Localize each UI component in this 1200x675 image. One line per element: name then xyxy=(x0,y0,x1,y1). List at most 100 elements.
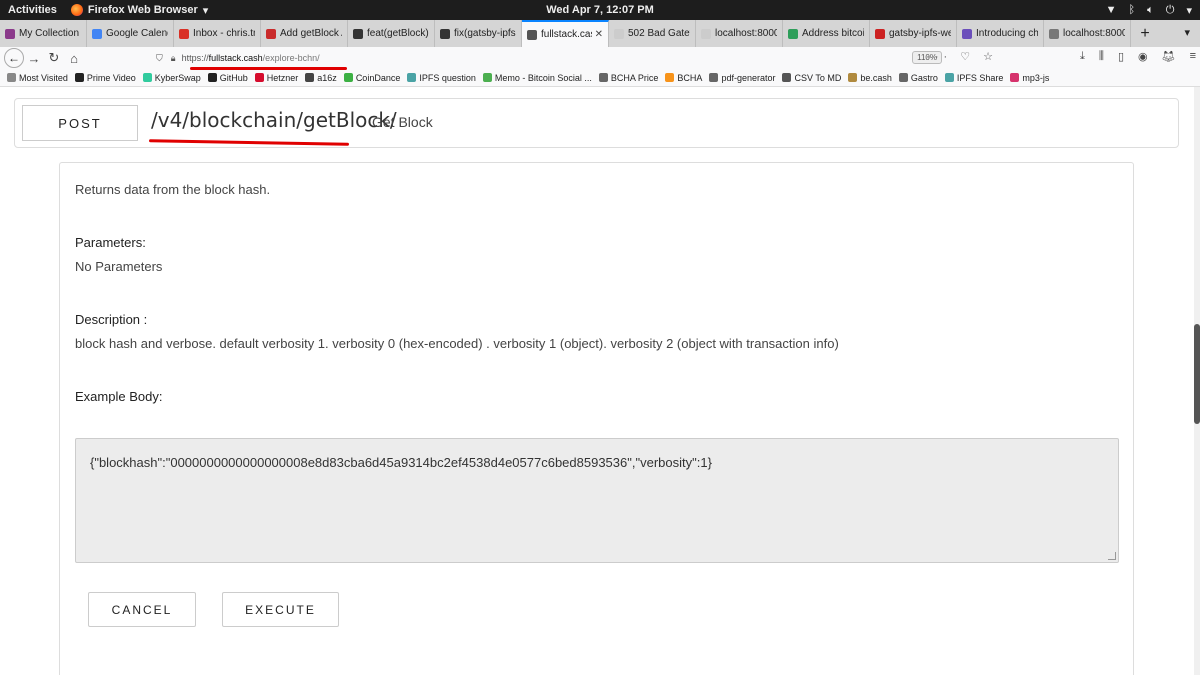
lock-icon: 🔒︎ xyxy=(170,52,176,63)
resize-handle[interactable] xyxy=(1108,552,1116,560)
example-body-textarea[interactable]: {"blockhash":"0000000000000000008e8d83cb… xyxy=(75,438,1119,563)
url-host: fullstack.cash xyxy=(208,53,263,63)
bookmark-label: GitHub xyxy=(219,72,248,83)
bookmark-label: be.cash xyxy=(860,72,892,83)
browser-tab[interactable]: localhost:8000/ xyxy=(696,20,783,47)
bookmark-item[interactable]: Most Visited xyxy=(7,73,68,83)
reload-icon: ↻ xyxy=(48,50,60,65)
bookmark-item[interactable]: BCHA Price xyxy=(598,72,659,83)
url-bar[interactable]: ⛉ 🔒︎ https:// fullstack.cash /explore-bc… xyxy=(156,49,1002,67)
tab-favicon-icon xyxy=(962,28,972,39)
menu-icon[interactable]: ≡ xyxy=(1190,50,1196,63)
browser-tab[interactable]: Address bitcoin xyxy=(783,20,870,47)
activities-button[interactable]: Activities xyxy=(0,4,65,16)
tab-title: localhost:8000/ xyxy=(1063,28,1125,39)
page-scrollbar[interactable] xyxy=(1194,87,1200,675)
tab-favicon-icon xyxy=(92,28,102,39)
tab-title: feat(getBlock): A xyxy=(367,28,429,39)
system-top-bar: Activities Firefox Web Browser ▾ Wed Apr… xyxy=(0,0,1200,20)
bookmark-item[interactable]: GitHub xyxy=(207,72,248,83)
bookmark-item[interactable]: KyberSwap xyxy=(142,72,201,83)
downloads-icon[interactable]: ⤓ xyxy=(1080,50,1085,63)
sidebar-icon[interactable]: ▯ xyxy=(1118,50,1124,63)
browser-tab[interactable]: Google Calendar xyxy=(87,20,174,47)
navigation-toolbar: ← → ↻ ⌂ ⛉ 🔒︎ https:// fullstack.cash /ex… xyxy=(0,47,1200,69)
account-icon[interactable]: ◉ xyxy=(1138,50,1148,63)
bookmark-label: IPFS question xyxy=(419,72,476,83)
browser-tab[interactable]: Inbox - chris.tro xyxy=(174,20,261,47)
tab-title: gatsby-ipfs-web xyxy=(889,28,951,39)
cancel-button[interactable]: CANCEL xyxy=(88,592,196,627)
back-button[interactable]: ← xyxy=(4,48,24,68)
scrollbar-thumb[interactable] xyxy=(1194,324,1200,424)
bookmark-item[interactable]: a16z xyxy=(305,73,337,83)
bookmark-favicon-icon xyxy=(782,73,792,82)
bookmark-item[interactable]: CoinDance xyxy=(343,73,400,83)
tab-title: fullstack.cash xyxy=(541,29,592,40)
description-value: block hash and verbose. default verbosit… xyxy=(75,336,839,351)
bookmark-label: CSV To MD xyxy=(794,72,842,83)
bookmark-favicon-icon xyxy=(1010,73,1020,82)
reload-button[interactable]: ↻ xyxy=(44,50,64,66)
browser-tab[interactable]: Add getBlock AP xyxy=(261,20,348,47)
bookmark-item[interactable]: BCHA xyxy=(665,73,702,83)
forward-button[interactable]: → xyxy=(24,51,44,66)
arrow-right-icon: → xyxy=(27,50,41,66)
app-menu[interactable]: Firefox Web Browser ▾ xyxy=(65,4,208,17)
bookmark-label: BCHA Price xyxy=(610,72,659,83)
bookmark-item[interactable]: be.cash xyxy=(848,73,892,83)
bookmark-item[interactable]: mp3-js xyxy=(1010,73,1049,83)
browser-tab[interactable]: gatsby-ipfs-web xyxy=(870,20,957,47)
tab-favicon-icon xyxy=(440,28,450,39)
browser-tab[interactable]: fix(gatsby-ipfs-w xyxy=(435,20,522,47)
bookmark-label: KyberSwap xyxy=(154,72,201,83)
library-icon[interactable]: ⫼ xyxy=(1099,50,1104,63)
bookmark-item[interactable]: pdf-generator xyxy=(709,73,775,83)
browser-tab[interactable]: 502 Bad Gateway xyxy=(609,20,696,47)
page-actions[interactable]: ··· ♡ ☆ xyxy=(926,50,998,63)
list-all-tabs-icon[interactable]: ▾ xyxy=(1184,26,1190,39)
new-tab-button[interactable]: + xyxy=(1131,20,1159,47)
execute-button[interactable]: EXECUTE xyxy=(222,592,339,627)
tab-favicon-icon xyxy=(875,28,885,39)
parameters-value: No Parameters xyxy=(75,259,163,274)
tab-title: Inbox - chris.tro xyxy=(193,28,255,39)
tab-title: Google Calendar xyxy=(106,28,168,39)
browser-tab[interactable]: feat(getBlock): A xyxy=(348,20,435,47)
bookmark-favicon-icon xyxy=(7,73,16,82)
browser-tab[interactable]: fullstack.cash✕ xyxy=(522,20,609,47)
bookmark-favicon-icon xyxy=(898,73,908,82)
bookmark-item[interactable]: Memo - Bitcoin Social ... xyxy=(482,73,592,83)
chevron-down-icon: ▾ xyxy=(1186,4,1192,17)
bookmark-favicon-icon xyxy=(709,73,719,82)
bookmark-favicon-icon xyxy=(142,73,152,82)
bookmark-item[interactable]: Hetzner xyxy=(254,73,298,83)
tab-favicon-icon xyxy=(1049,28,1059,39)
parameters-heading: Parameters: xyxy=(75,235,146,250)
bookmark-label: a16z xyxy=(317,72,337,83)
browser-tab[interactable]: My Collection - xyxy=(0,20,87,47)
bookmark-favicon-icon xyxy=(407,73,417,82)
wifi-icon: ▼ xyxy=(1105,4,1117,16)
bookmark-item[interactable]: IPFS Share xyxy=(944,73,1003,83)
system-tray[interactable]: ▼ ᛒ 🔈︎ ⏻ ▾ xyxy=(1106,0,1192,20)
bookmark-label: pdf-generator xyxy=(721,72,776,83)
close-tab-icon[interactable]: ✕ xyxy=(595,29,603,40)
browser-tab[interactable]: localhost:8000/ xyxy=(1044,20,1131,47)
endpoint-summary: Returns data from the block hash. xyxy=(75,182,271,197)
method-badge[interactable]: POST xyxy=(22,105,138,141)
browser-tab[interactable]: Introducing cha xyxy=(957,20,1044,47)
tab-favicon-icon xyxy=(5,28,15,39)
bookmark-favicon-icon xyxy=(254,73,264,82)
clock[interactable]: Wed Apr 7, 12:07 PM xyxy=(546,4,654,16)
bookmark-item[interactable]: CSV To MD xyxy=(782,73,841,83)
bookmarks-toolbar: Most Visited Prime Video KyberSwap GitHub He… xyxy=(0,69,1200,87)
bookmark-item[interactable]: IPFS question xyxy=(407,73,476,83)
url-path: /explore-bchn/ xyxy=(262,53,320,63)
metamask-icon[interactable]: 🦊︎ xyxy=(1162,50,1176,63)
volume-icon: 🔈︎ xyxy=(1147,3,1154,16)
home-button[interactable]: ⌂ xyxy=(64,51,84,66)
bookmark-favicon-icon xyxy=(74,73,84,82)
bookmark-item[interactable]: Prime Video xyxy=(74,73,136,83)
bookmark-item[interactable]: Gastro xyxy=(898,73,938,83)
